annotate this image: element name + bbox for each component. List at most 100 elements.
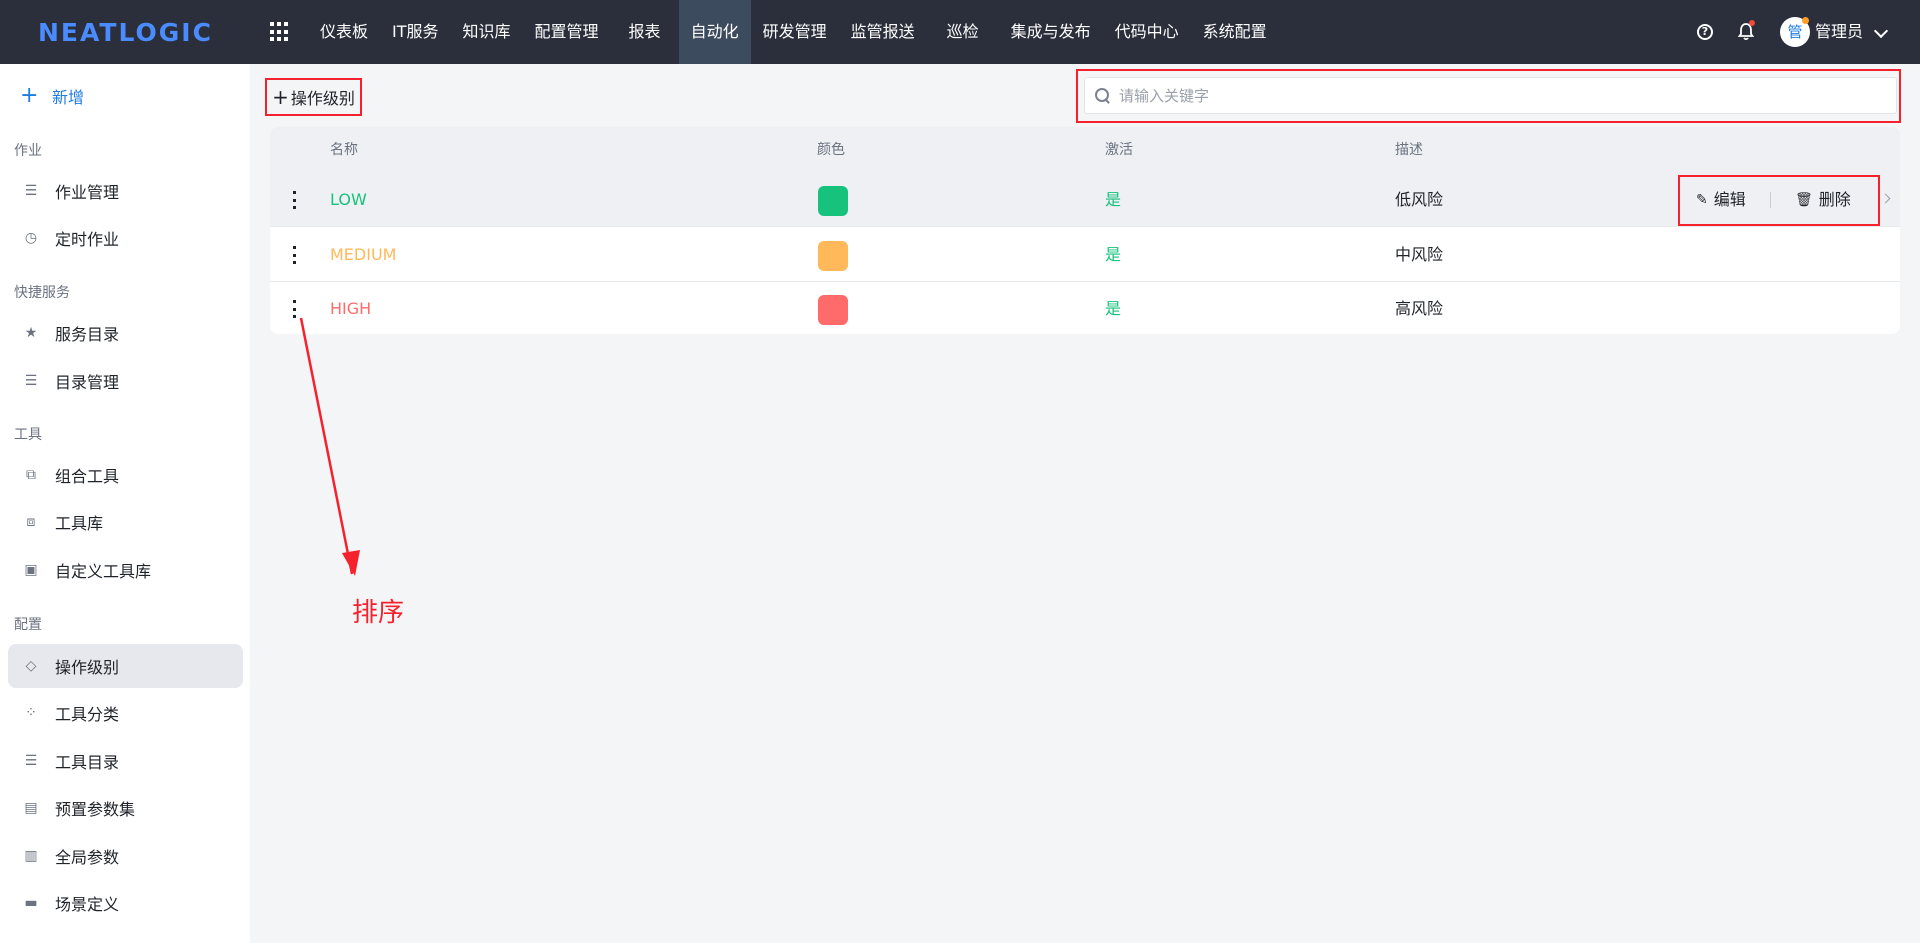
list-icon: ☰: [24, 373, 38, 389]
plus-icon: +: [272, 85, 289, 109]
level-description: 低风险: [1395, 190, 1444, 209]
toolbox-icon: ⧈: [26, 514, 36, 530]
drag-handle-icon[interactable]: [293, 246, 297, 264]
list-icon: ☰: [24, 753, 38, 769]
notification-badge: [1749, 20, 1755, 26]
nav-item-it-service[interactable]: IT服务: [380, 0, 451, 64]
table-row[interactable]: LOW 是 低风险 ✎ 编辑 🗑 删除: [270, 173, 1900, 227]
sidebar-item-tool-library[interactable]: ⧈ 工具库: [8, 500, 243, 544]
actions-highlight-box: [1678, 175, 1880, 226]
chevron-down-icon[interactable]: [1873, 23, 1889, 39]
operation-level-table: 名称 颜色 激活 描述 LOW 是 低风险 ✎ 编辑 🗑 删除 MEDIUM 是…: [270, 127, 1900, 334]
bar-chart-icon: ▥: [24, 848, 38, 864]
nav-item-knowledge[interactable]: 知识库: [451, 0, 523, 64]
nav-item-automation[interactable]: 自动化: [678, 0, 751, 64]
chevron-right-icon[interactable]: [1880, 193, 1891, 204]
search-field[interactable]: [1084, 77, 1897, 114]
search-icon: [1095, 87, 1111, 104]
sidebar-item-scheduled-job[interactable]: ◷ 定时作业: [8, 216, 243, 260]
clock-icon: ◷: [24, 230, 38, 246]
active-status: 是: [1105, 245, 1122, 264]
level-description: 高风险: [1395, 299, 1444, 318]
table-row[interactable]: HIGH 是 高风险: [270, 282, 1900, 334]
sidebar-item-label: 操作级别: [55, 658, 120, 677]
job-list-icon: ☰: [24, 183, 38, 199]
sidebar-item-label: 组合工具: [55, 467, 120, 486]
document-icon: ▤: [24, 800, 38, 816]
sidebar: + 新增 作业 ☰ 作业管理 ◷ 定时作业 快捷服务 ★ 服务目录 ☰ 目录管理…: [0, 64, 250, 943]
sidebar-item-label: 预置参数集: [55, 800, 136, 819]
sidebar-new-label: 新增: [52, 88, 85, 107]
plus-icon: +: [20, 83, 39, 108]
column-header-color: 颜色: [817, 142, 845, 158]
sidebar-group-tools: 工具: [14, 427, 42, 443]
sidebar-item-label: 服务目录: [55, 325, 120, 344]
sidebar-new-button[interactable]: + 新增: [20, 84, 84, 108]
sidebar-item-job-manage[interactable]: ☰ 作业管理: [8, 169, 243, 213]
sidebar-item-catalog-manage[interactable]: ☰ 目录管理: [8, 359, 243, 403]
column-header-active: 激活: [1105, 142, 1133, 158]
app-grid-icon[interactable]: [270, 22, 290, 42]
drag-handle-icon[interactable]: [293, 300, 297, 318]
nav-item-code-center[interactable]: 代码中心: [1103, 0, 1191, 64]
add-operation-level-button[interactable]: + 操作级别: [265, 78, 362, 116]
nav-item-system-config[interactable]: 系统配置: [1191, 0, 1279, 64]
sidebar-item-label: 工具库: [55, 514, 104, 533]
top-navigation-bar: NEATLOGIC 仪表板 IT服务 知识库 配置管理 报表 自动化 研发管理 …: [0, 0, 1920, 64]
avatar-status-dot: [1802, 17, 1809, 24]
search-input[interactable]: [1119, 86, 1879, 105]
help-icon[interactable]: ?: [1697, 24, 1713, 40]
level-description: 中风险: [1395, 245, 1444, 264]
add-button-label: 操作级别: [290, 89, 355, 108]
nav-item-cmdb[interactable]: 配置管理: [523, 0, 611, 64]
sidebar-item-operation-level[interactable]: ◇ 操作级别: [8, 644, 243, 688]
category-icon: ⁘: [25, 705, 37, 721]
sidebar-item-preset-params[interactable]: ▤ 预置参数集: [8, 786, 243, 830]
main-nav: 仪表板 IT服务 知识库 配置管理 报表 自动化 研发管理 监管报送 巡检 集成…: [308, 0, 1279, 64]
code-window-icon: ▣: [24, 562, 38, 578]
table-header: 名称 颜色 激活 描述: [270, 127, 1900, 173]
table-row[interactable]: MEDIUM 是 中风险: [270, 228, 1900, 282]
sidebar-item-tool-catalog[interactable]: ☰ 工具目录: [8, 739, 243, 783]
column-header-desc: 描述: [1395, 142, 1423, 158]
logo-text: NEATLOGIC: [38, 17, 213, 47]
sidebar-item-service-catalog[interactable]: ★ 服务目录: [8, 311, 243, 355]
sidebar-item-label: 定时作业: [55, 230, 120, 249]
sidebar-item-label: 全局参数: [55, 848, 120, 867]
sidebar-item-tool-category[interactable]: ⁘ 工具分类: [8, 691, 243, 735]
sidebar-item-global-params[interactable]: ▥ 全局参数: [8, 834, 243, 878]
nav-item-inspection[interactable]: 巡检: [927, 0, 999, 64]
neatlogic-logo[interactable]: NEATLOGIC: [38, 17, 213, 47]
nav-item-dashboard[interactable]: 仪表板: [308, 0, 380, 64]
diamond-icon: ◇: [25, 658, 37, 674]
sidebar-item-custom-tool-library[interactable]: ▣ 自定义工具库: [8, 548, 243, 592]
drag-handle-icon[interactable]: [293, 191, 297, 209]
active-status: 是: [1105, 299, 1122, 318]
nav-item-regulatory[interactable]: 监管报送: [839, 0, 927, 64]
sidebar-group-quick: 快捷服务: [14, 285, 70, 301]
level-name: HIGH: [330, 299, 372, 318]
sidebar-item-label: 作业管理: [55, 183, 120, 202]
user-name[interactable]: 管理员: [1815, 0, 1863, 64]
level-name: MEDIUM: [330, 245, 397, 264]
active-status: 是: [1105, 190, 1122, 209]
nav-item-rd-manage[interactable]: 研发管理: [751, 0, 839, 64]
flow-icon: ⧉: [26, 467, 36, 483]
sidebar-item-label: 工具分类: [55, 705, 120, 724]
sidebar-item-label: 目录管理: [55, 373, 120, 392]
sidebar-item-label: 工具目录: [55, 753, 120, 772]
nav-item-integration[interactable]: 集成与发布: [999, 0, 1103, 64]
sidebar-item-scene-definition[interactable]: ▬ 场景定义: [8, 881, 243, 925]
clapperboard-icon: ▬: [24, 895, 38, 911]
column-header-name: 名称: [330, 142, 358, 158]
color-swatch: [818, 295, 848, 325]
level-name: LOW: [330, 190, 367, 209]
sidebar-item-label: 场景定义: [55, 895, 120, 914]
sidebar-group-config: 配置: [14, 617, 42, 633]
sidebar-group-job: 作业: [14, 143, 42, 159]
color-swatch: [818, 241, 848, 271]
nav-item-report[interactable]: 报表: [611, 0, 679, 64]
sidebar-item-combo-tool[interactable]: ⧉ 组合工具: [8, 453, 243, 497]
star-icon: ★: [24, 325, 38, 341]
sort-annotation-label: 排序: [352, 598, 405, 628]
